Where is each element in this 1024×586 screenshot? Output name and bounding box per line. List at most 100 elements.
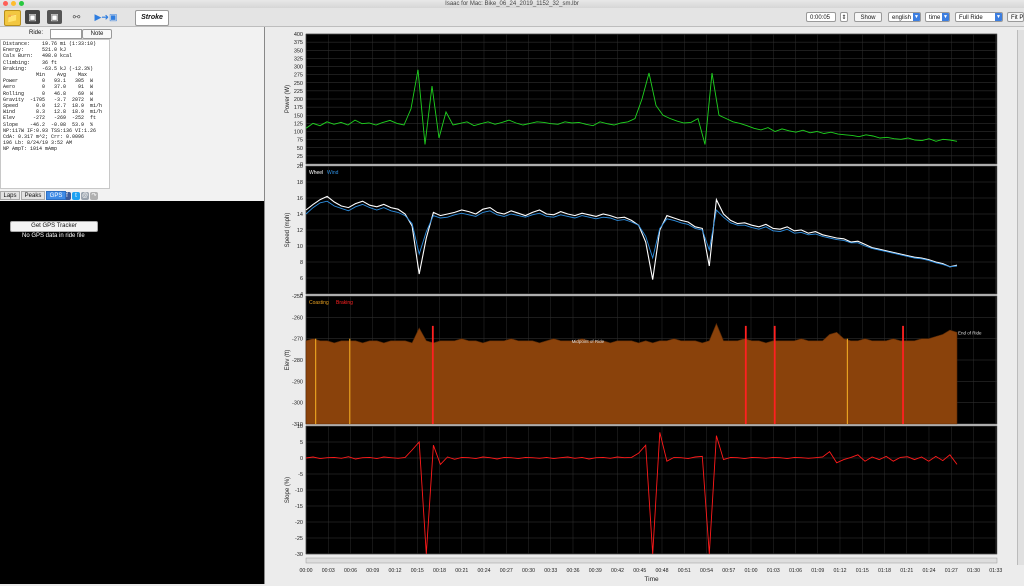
x-tick-label: 00:30: [522, 568, 535, 574]
annotation-end-of-ride: End of Ride: [958, 330, 982, 335]
language-value: english: [892, 15, 912, 21]
y-axis-label-slope: Slope (%): [285, 477, 291, 503]
y-tick-label-power: 300: [294, 65, 303, 71]
range-select[interactable]: Full Ride ▼: [955, 12, 1003, 22]
tab-peaks[interactable]: Peaks: [21, 191, 45, 200]
share-icon[interactable]: ↷: [90, 192, 98, 200]
y-tick-label-elevation: -300: [292, 401, 303, 407]
vertical-scrollbar[interactable]: [1017, 30, 1024, 565]
show-button[interactable]: Show: [854, 12, 882, 22]
y-tick-label-elevation: -290: [292, 379, 303, 385]
y-tick-label-speed: 6: [300, 276, 303, 282]
y-tick-label-slope: -20: [295, 520, 303, 526]
folder-icon[interactable]: 📁: [4, 10, 21, 26]
x-tick-label: 01:24: [922, 568, 935, 574]
annotation-midpoint: Midpoint of Ride: [572, 339, 605, 344]
time-stepper[interactable]: ⇕: [840, 12, 848, 22]
ride-import-icon[interactable]: ▶➜▣: [88, 10, 124, 24]
x-tick-label: 01:03: [767, 568, 780, 574]
y-tick-label-slope: -5: [298, 472, 303, 478]
y-tick-label-speed: 8: [300, 260, 303, 266]
x-tick-label: 00:42: [611, 568, 624, 574]
y-tick-label-elevation: -260: [292, 315, 303, 321]
logo-text: Stroke: [141, 14, 163, 21]
y-tick-label-power: 150: [294, 113, 303, 119]
get-gps-tracker-button[interactable]: Get GPS Tracker: [10, 221, 98, 232]
y-tick-label-slope: -10: [295, 488, 303, 494]
gps-map-area[interactable]: Get GPS Tracker No GPS data in ride file: [0, 201, 264, 584]
y-tick-label-power: 125: [294, 121, 303, 127]
email-icon[interactable]: @: [81, 192, 89, 200]
y-tick-label-power: 50: [297, 146, 303, 152]
y-tick-label-slope: 5: [300, 440, 303, 446]
tab-laps[interactable]: Laps: [0, 191, 20, 200]
y-tick-label-power: 275: [294, 73, 303, 79]
x-tick-label: 00:33: [544, 568, 557, 574]
ride-panel: Ride: Note Distance: 19.76 mi (1:33:10) …: [0, 27, 265, 584]
x-tick-label: 00:00: [300, 568, 313, 574]
x-tick-label: 01:06: [789, 568, 802, 574]
window-title: Isaac for Mac: Bike_06_24_2019_1152_32_s…: [445, 1, 579, 7]
y-tick-label-elevation: -270: [292, 337, 303, 343]
ride-name-input[interactable]: [50, 29, 82, 39]
tab-gps[interactable]: GPS: [46, 191, 66, 200]
chevron-down-icon: ▼: [913, 13, 920, 21]
x-tick-label: 00:27: [500, 568, 513, 574]
no-gps-message: No GPS data in ride file: [22, 233, 85, 239]
usb-icon[interactable]: ⚯: [69, 10, 84, 24]
y-tick-label-slope: -25: [295, 536, 303, 542]
time-field[interactable]: 0:00:05: [806, 12, 836, 22]
x-tick-label: 01:18: [878, 568, 891, 574]
x-tick-label: 00:48: [656, 568, 669, 574]
save-icon[interactable]: ▣: [25, 10, 40, 24]
x-tick-label: 01:09: [811, 568, 824, 574]
ride-header: Ride: Note: [2, 28, 260, 39]
x-tick-label: 00:03: [322, 568, 335, 574]
x-tick-label: 00:24: [478, 568, 491, 574]
legend-item-wheel: Wheel: [309, 170, 323, 176]
y-tick-label-slope: 0: [300, 456, 303, 462]
y-tick-label-speed: 18: [297, 180, 303, 186]
y-tick-label-power: 100: [294, 130, 303, 136]
y-tick-label-slope: 10: [297, 424, 303, 430]
y-axis-label-speed: Speed (mph): [285, 213, 291, 248]
legend-item-coasting: Coasting: [309, 300, 329, 306]
ride-charts[interactable]: 0255075100125150175200225250275300325350…: [266, 27, 1024, 584]
x-tick-label: 00:18: [433, 568, 446, 574]
x-tick-label: 00:51: [678, 568, 691, 574]
chevron-down-icon: ▼: [995, 13, 1002, 21]
range-value: Full Ride: [959, 15, 983, 21]
y-tick-label-power: 325: [294, 56, 303, 62]
legend-item-braking: Braking: [336, 300, 353, 306]
x-tick-label: 00:39: [589, 568, 602, 574]
fit-plot-button[interactable]: Fit Pl: [1007, 12, 1024, 22]
x-tick-label: 00:54: [700, 568, 713, 574]
x-tick-label: 00:57: [722, 568, 735, 574]
y-tick-label-power: 225: [294, 89, 303, 95]
legend-item-wind: Wind: [327, 170, 339, 176]
y-axis-label-power: Power (W): [285, 85, 291, 113]
x-tick-label: 01:21: [900, 568, 913, 574]
twitter-icon[interactable]: t: [72, 192, 80, 200]
x-tick-label: 00:06: [344, 568, 357, 574]
y-tick-label-slope: -30: [295, 552, 303, 558]
note-button[interactable]: Note: [82, 29, 112, 39]
x-axis-label: Time: [644, 576, 659, 583]
ride-stats-panel: Distance: 19.76 mi (1:33:10) Energy: 521…: [0, 39, 110, 200]
save-as-icon[interactable]: ▣: [47, 10, 62, 24]
y-tick-label-power: 400: [294, 32, 303, 38]
chart-area[interactable]: 0 25 50 75 100 125 150 175 200 225 250 275 300 325 350…: [266, 27, 1024, 584]
y-tick-label-power: 200: [294, 97, 303, 103]
x-tick-label: 00:45: [633, 568, 646, 574]
y-tick-label-speed: 20: [297, 164, 303, 170]
x-tick-label: 00:09: [366, 568, 379, 574]
y-tick-label-power: 25: [297, 154, 303, 160]
y-tick-label-slope: -15: [295, 504, 303, 510]
y-tick-label-speed: 16: [297, 196, 303, 202]
language-select[interactable]: english ▼: [888, 12, 921, 22]
share-icons: f t @ ↷: [63, 192, 99, 200]
stroke-logo[interactable]: Stroke: [135, 10, 169, 26]
x-tick-label: 01:30: [967, 568, 980, 574]
x-tick-label: 01:27: [945, 568, 958, 574]
x-axis-mode-select[interactable]: time ▼: [925, 12, 950, 22]
